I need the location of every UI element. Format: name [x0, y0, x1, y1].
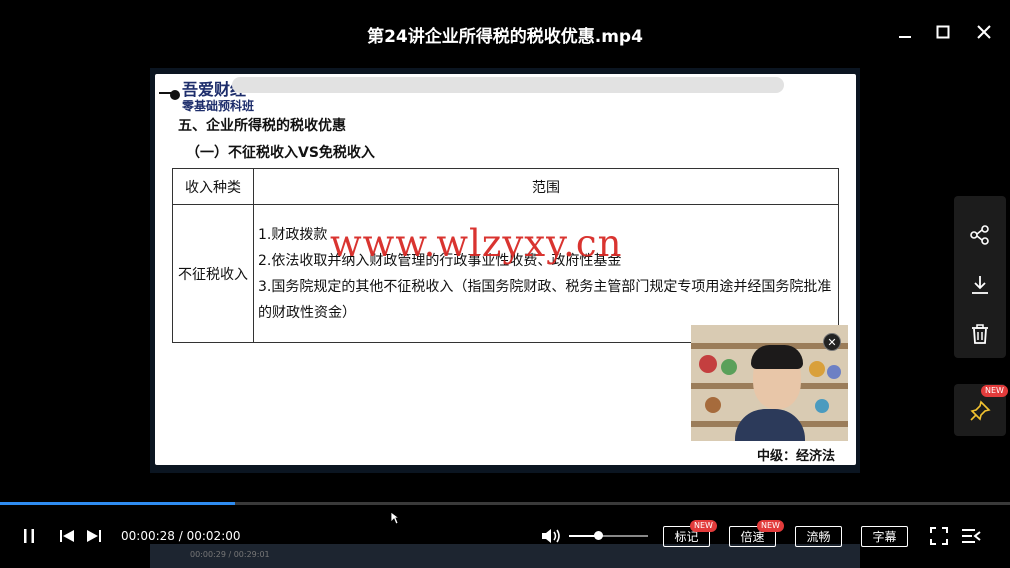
minimize-icon	[899, 36, 911, 38]
mouse-cursor-icon	[390, 511, 400, 525]
time-separator: /	[178, 529, 183, 543]
toy	[705, 397, 721, 413]
minimize-button[interactable]	[891, 18, 919, 46]
close-button[interactable]	[970, 18, 998, 46]
fullscreen-button[interactable]	[929, 526, 949, 546]
title-bar: 第24讲企业所得税的税收优惠.mp4	[0, 0, 1010, 68]
previous-button[interactable]	[58, 526, 76, 546]
new-badge: NEW	[981, 385, 1008, 397]
embedded-time: 00:00:29 / 00:29:01	[190, 550, 270, 559]
fullscreen-icon	[930, 527, 948, 545]
new-badge: NEW	[690, 520, 717, 532]
maximize-button[interactable]	[929, 18, 957, 46]
slide-subheading: （一）不征税收入VS免税收入	[186, 145, 375, 161]
subtitle-button[interactable]: 字幕	[861, 526, 908, 547]
download-icon	[972, 276, 988, 294]
toy	[815, 399, 829, 413]
toy	[699, 355, 717, 373]
pin-button[interactable]	[966, 397, 994, 425]
close-icon	[977, 25, 991, 39]
presenter-body	[735, 409, 805, 441]
table-header-range: 范围	[253, 168, 839, 205]
previous-icon	[60, 530, 74, 542]
slide-header-bar	[232, 77, 784, 93]
share-button[interactable]	[966, 221, 994, 249]
table-cell-category: 不征税收入	[172, 204, 254, 343]
watermark: www.wlzyxy.cn	[330, 222, 623, 265]
toy	[827, 365, 841, 379]
download-button[interactable]	[966, 271, 994, 299]
progress-fill[interactable]	[0, 502, 236, 505]
toy	[809, 361, 825, 377]
presenter-hair	[751, 345, 803, 369]
share-icon	[970, 225, 989, 245]
table-header-category: 收入种类	[172, 168, 254, 205]
playlist-icon	[962, 529, 981, 543]
duration: 00:02:00	[186, 529, 241, 543]
time-display: 00:00:28 / 00:02:00	[121, 529, 241, 543]
delete-button[interactable]	[966, 320, 994, 348]
pause-icon	[24, 529, 34, 543]
volume-button[interactable]	[540, 526, 562, 546]
trash-icon	[972, 324, 988, 344]
next-icon	[87, 530, 101, 542]
pause-button[interactable]	[20, 526, 38, 546]
logo-dot	[170, 90, 180, 100]
volume-icon	[542, 529, 560, 543]
toy	[721, 359, 737, 375]
brand-subtitle: 零基础预科班	[182, 99, 255, 113]
close-icon: ✕	[827, 335, 837, 349]
close-webcam-button[interactable]: ✕	[823, 333, 841, 351]
pin-icon	[970, 400, 991, 421]
next-button[interactable]	[85, 526, 103, 546]
new-badge: NEW	[757, 520, 784, 532]
playlist-button[interactable]	[961, 526, 981, 546]
window-title: 第24讲企业所得税的税收优惠.mp4	[367, 27, 643, 47]
maximize-icon	[936, 25, 950, 39]
slide-heading: 五、企业所得税的税收优惠	[178, 118, 346, 134]
volume-slider-handle[interactable]	[594, 531, 604, 540]
quality-button[interactable]: 流畅	[795, 526, 842, 547]
course-label: 中级：经济法	[757, 449, 836, 464]
table-header-row: 收入种类 范围	[172, 168, 839, 205]
list-item: 3.国务院规定的其他不征税收入（指国务院财政、税务主管部门规定专项用途并经国务院…	[258, 278, 832, 321]
current-time: 00:00:28	[121, 529, 175, 543]
